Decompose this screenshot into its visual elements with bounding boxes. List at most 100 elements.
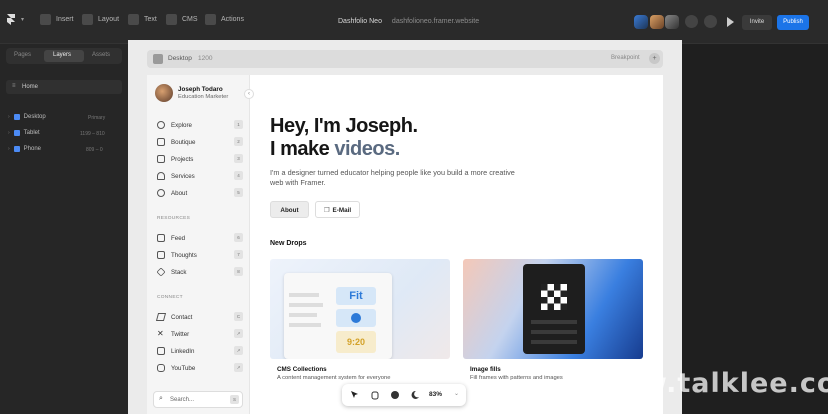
collaborator-avatar[interactable]: [665, 15, 679, 29]
card-title: Image fills: [470, 366, 501, 373]
tab-assets[interactable]: Assets: [92, 52, 110, 58]
frame-header[interactable]: Desktop 1200 Breakpoint +: [147, 50, 663, 68]
shortcut-key: 6: [234, 233, 243, 242]
nav-about[interactable]: About 5: [157, 187, 243, 199]
actions-button[interactable]: Actions: [205, 14, 244, 25]
shortcut-key: 1: [234, 120, 243, 129]
profile-name: Joseph Todaro: [178, 86, 223, 93]
layers-panel: Pages Layers Assets ≡ Home › Desktop Pri…: [0, 44, 128, 414]
project-url: dashfolioneo.framer.website: [391, 18, 480, 25]
email-label: E-Mail: [332, 207, 352, 214]
nav-contact[interactable]: Contact C: [155, 311, 243, 323]
grid-icon: [157, 234, 165, 242]
nav-label: Explore: [171, 121, 192, 129]
project-name: Dashfolio Neo: [338, 18, 382, 25]
email-button[interactable]: ❐ E-Mail: [315, 201, 360, 218]
nav-boutique[interactable]: Boutique 2: [157, 136, 243, 148]
nav-feed[interactable]: Feed 6: [157, 232, 243, 244]
nav-label: Projects: [171, 155, 194, 163]
menu-icon: ≡: [12, 83, 16, 89]
nav-label: Thoughts: [171, 251, 197, 259]
page-selector[interactable]: ≡ Home: [6, 80, 122, 94]
nav-explore[interactable]: Explore 1: [157, 119, 243, 131]
nav-label: LinkedIn: [171, 347, 195, 355]
layer-meta: 809 – 0: [86, 147, 103, 153]
x-twitter-icon: ✕: [157, 329, 164, 338]
frame-icon: [13, 114, 20, 120]
pointer-icon[interactable]: [350, 390, 360, 400]
nav-label: Boutique: [171, 138, 196, 146]
layer-meta: Primary: [88, 115, 106, 121]
insert-button[interactable]: Insert: [40, 14, 74, 25]
cms-mockup-list: [289, 293, 329, 353]
comment-icon[interactable]: [390, 390, 400, 400]
nav-youtube[interactable]: YouTube ↗: [157, 362, 243, 374]
about-button[interactable]: About: [270, 201, 309, 218]
play-icon[interactable]: [727, 17, 734, 27]
cms-button[interactable]: CMS: [166, 14, 198, 25]
chevron-down-icon[interactable]: ⌄: [454, 390, 459, 397]
cms-label: CMS: [182, 16, 198, 23]
hero-description: I'm a designer turned educator helping p…: [270, 168, 515, 187]
shortcut-key: ↗: [234, 363, 243, 372]
framer-menu-button[interactable]: ▾: [6, 14, 24, 25]
copy-icon: ❐: [323, 207, 330, 214]
shortcut-key: ↗: [234, 346, 243, 355]
website-frame[interactable]: Joseph Todaro Education Marketer ‹ Explo…: [147, 75, 663, 414]
frame-width: 1200: [198, 55, 213, 62]
frame-icon: [13, 146, 20, 152]
card-title: CMS Collections: [277, 366, 327, 373]
nav-stack[interactable]: Stack 8: [156, 266, 243, 278]
nav-projects[interactable]: Projects 3: [157, 153, 243, 165]
nav-services[interactable]: Services 4: [157, 170, 243, 182]
project-title[interactable]: Dashfolio Neo dashfolioneo.framer.websit…: [338, 18, 479, 25]
site-sidebar: Joseph Todaro Education Marketer ‹ Explo…: [147, 75, 254, 414]
globe-icon[interactable]: [685, 15, 698, 28]
tab-layers[interactable]: Layers: [53, 52, 71, 58]
layer-phone[interactable]: › Phone: [8, 146, 41, 152]
shortcut-key: 3: [234, 154, 243, 163]
play-frame-icon[interactable]: [153, 54, 163, 64]
layout-icon: [82, 14, 93, 25]
tab-pages[interactable]: Pages: [14, 52, 31, 58]
section-heading-new-drops: New Drops: [270, 240, 307, 247]
properties-panel: [673, 44, 828, 414]
pen-icon: [157, 251, 165, 259]
collaborator-avatar[interactable]: [634, 15, 648, 29]
layers-icon: [156, 267, 166, 277]
database-icon: [166, 14, 177, 25]
layer-desktop[interactable]: › Desktop: [8, 114, 46, 120]
youtube-icon: [157, 364, 165, 372]
shortcut-key: 4: [234, 171, 243, 180]
drop-card[interactable]: Fit 9:20 CMS Collections A content manag…: [270, 259, 450, 389]
cms-mockup: Fit 9:20: [284, 273, 392, 359]
nav-twitter[interactable]: ✕ Twitter ↗: [157, 328, 243, 340]
shortcut-key: S: [230, 395, 239, 404]
gear-icon[interactable]: [704, 15, 717, 28]
collaborator-avatar[interactable]: [650, 15, 664, 29]
text-button[interactable]: Text: [128, 14, 157, 25]
framer-logo-icon: [7, 14, 15, 25]
linkedin-icon: [157, 347, 165, 355]
add-breakpoint-icon[interactable]: +: [649, 53, 660, 64]
publish-button[interactable]: Publish: [777, 15, 809, 30]
moon-icon[interactable]: [410, 390, 420, 400]
page-name: Home: [22, 84, 39, 90]
profile-role: Education Marketer: [178, 94, 229, 100]
layer-tablet[interactable]: › Tablet: [8, 130, 40, 136]
hand-icon[interactable]: [370, 390, 380, 400]
nav-thoughts[interactable]: Thoughts 7: [157, 249, 243, 261]
folder-icon: [157, 155, 165, 163]
actions-icon: [205, 14, 216, 25]
bell-icon: [157, 172, 165, 180]
search-input[interactable]: ⌕ Search... S: [153, 391, 243, 408]
zoom-level[interactable]: 83%: [429, 391, 442, 398]
nav-linkedin[interactable]: LinkedIn ↗: [157, 345, 243, 357]
breakpoint-label[interactable]: Breakpoint: [611, 55, 640, 61]
layout-button[interactable]: Layout: [82, 14, 119, 25]
card-subtitle: Fill frames with patterns and images: [470, 375, 563, 381]
nav-label: About: [171, 189, 188, 197]
compass-icon: [157, 121, 165, 129]
layer-label: Tablet: [23, 130, 40, 136]
invite-button[interactable]: Invite: [742, 15, 772, 30]
